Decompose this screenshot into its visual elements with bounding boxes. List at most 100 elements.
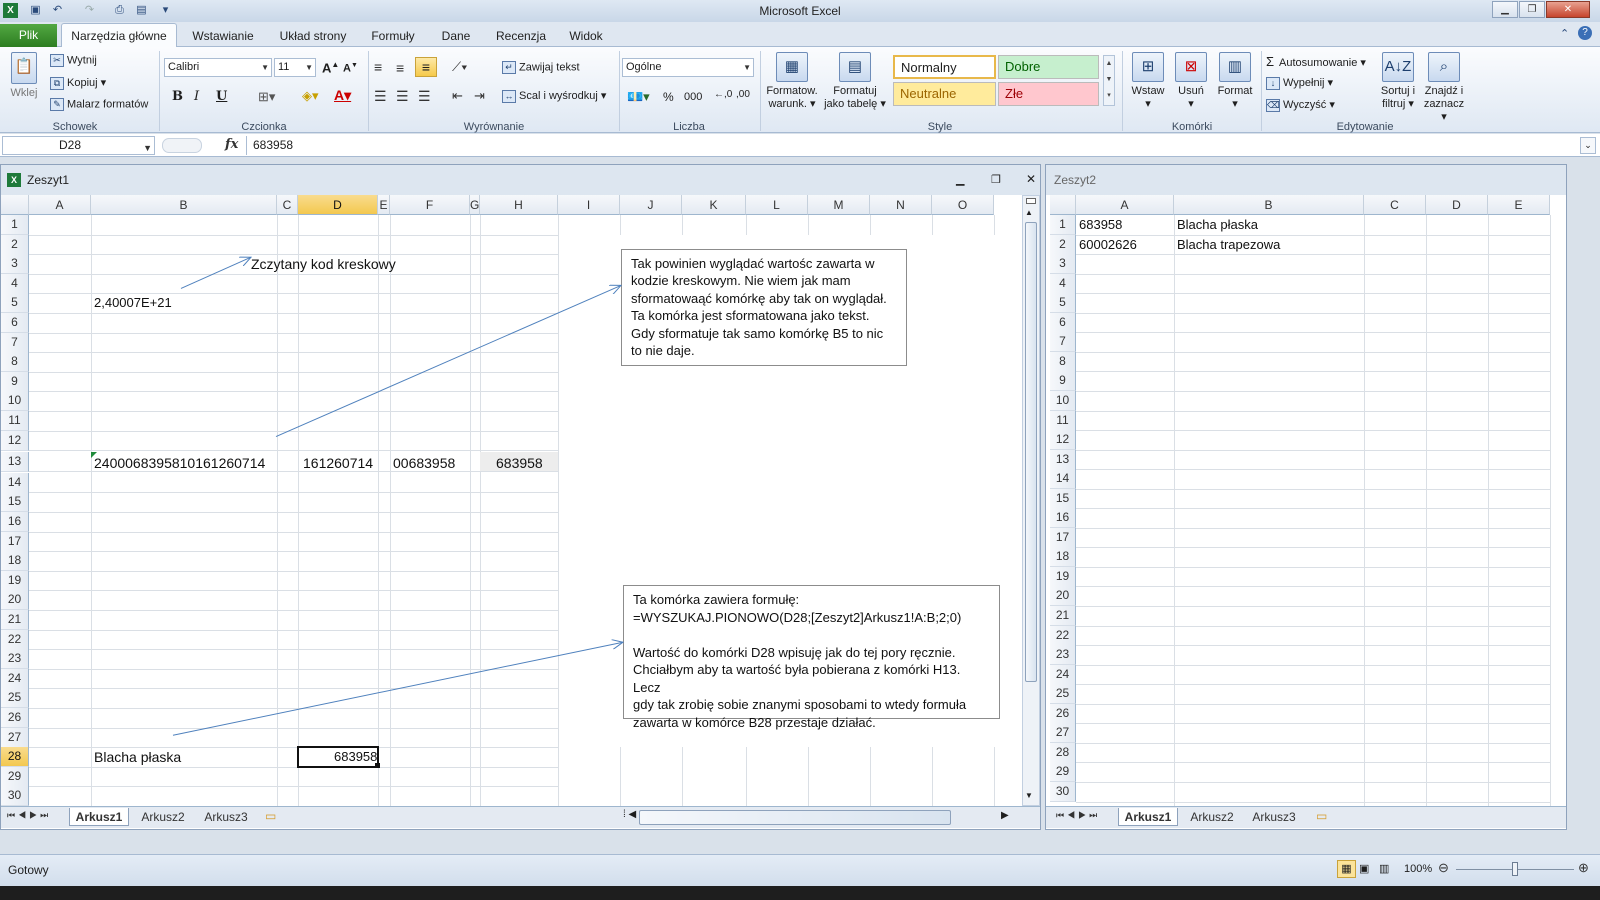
row-header[interactable]: 27 [1050,723,1076,744]
wb-restore-button[interactable]: ❐ [991,173,1001,186]
row-header[interactable]: 28 [1050,742,1076,763]
column-header[interactable]: F [390,195,470,215]
row-header[interactable]: 26 [1,708,29,729]
format-painter-button[interactable]: ✎ Malarz formatów [50,98,148,111]
row-header[interactable]: 2 [1,234,29,255]
row-header[interactable]: 1 [1050,215,1076,236]
minimize-button[interactable]: ▁ [1492,1,1518,18]
row-header[interactable]: 7 [1,332,29,353]
fill-button[interactable]: ↓ Wypełnij ▾ [1266,76,1333,90]
sheet-tab-arkusz3[interactable]: Arkusz3 [1246,808,1302,826]
percent-button[interactable]: % [663,90,674,104]
name-box[interactable]: D28 ▼ [2,136,155,155]
sheet-tab-arkusz2[interactable]: Arkusz2 [1184,808,1240,826]
row-header[interactable]: 12 [1050,430,1076,451]
row-header[interactable]: 3 [1050,254,1076,275]
row-header[interactable]: 25 [1,688,29,709]
row-header[interactable]: 30 [1,786,29,806]
minimize-ribbon-icon[interactable]: ⌃ [1560,27,1569,40]
style-neutral[interactable]: Neutralne [893,82,996,106]
style-normal[interactable]: Normalny [893,55,996,79]
zoom-level[interactable]: 100% [1404,863,1432,875]
find-select-button[interactable]: ⌕ Znajdź i zaznacz ▾ [1420,52,1468,124]
sheet-nav-icons[interactable]: ⏮◀▶⏭ [1056,810,1100,821]
copy-button[interactable]: ⧉ Kopiuj ▾ [50,76,106,90]
decrease-indent-button[interactable]: ⇤ [452,88,463,104]
column-header[interactable]: N [870,195,932,215]
insert-sheet-icon[interactable]: ▭ [265,809,276,823]
row-header[interactable]: 17 [1,531,29,552]
style-bad[interactable]: Złe [998,82,1099,106]
row-header[interactable]: 28 [1,747,29,768]
style-good[interactable]: Dobre [998,55,1099,79]
row-header[interactable]: 22 [1050,625,1076,646]
expand-formula-button[interactable]: ⌄ [1580,137,1596,154]
row-header[interactable]: 22 [1,629,29,650]
column-header[interactable]: M [808,195,870,215]
row-header[interactable]: 13 [1,451,29,472]
row-header[interactable]: 17 [1050,527,1076,548]
tab-formulas[interactable]: Formuły [360,25,426,47]
column-header[interactable]: I [558,195,620,215]
align-bottom-button[interactable]: ≡ [415,57,437,77]
row-header[interactable]: 24 [1,668,29,689]
column-header[interactable]: B [1174,195,1364,215]
row-header[interactable]: 1 [1,215,29,236]
header-corner[interactable] [1050,195,1076,215]
row-header[interactable]: 10 [1050,390,1076,411]
insert-sheet-icon[interactable]: ▭ [1316,809,1327,823]
row-header[interactable]: 5 [1050,293,1076,314]
row-header[interactable]: 27 [1,727,29,748]
column-header[interactable]: D [1426,195,1488,215]
sheet-tab-arkusz1[interactable]: Arkusz1 [69,808,129,826]
row-header[interactable]: 2 [1050,234,1076,255]
tab-review[interactable]: Recenzja [486,25,556,47]
row-header[interactable]: 18 [1050,547,1076,568]
header-corner[interactable] [1,195,29,215]
row-header[interactable]: 14 [1050,469,1076,490]
row-header[interactable]: 8 [1,352,29,373]
row-header[interactable]: 5 [1,293,29,314]
row-header[interactable]: 24 [1050,664,1076,685]
clear-button[interactable]: ⌫ Wyczyść ▾ [1266,98,1335,112]
insert-function-button[interactable]: fx [225,137,238,152]
row-header[interactable]: 14 [1,472,29,493]
zoom-in-button[interactable]: ⊕ [1578,860,1589,876]
grid-zeszyt1[interactable]: A B C D E F G H I J K L M N O 1 2 3 4 5 6 7 8 9 10 11 12 13 14 15 16 17… [1,195,1021,806]
page-layout-view-button[interactable]: ▣ [1359,862,1369,875]
row-header[interactable]: 23 [1050,645,1076,666]
column-header[interactable]: E [1488,195,1550,215]
row-header[interactable]: 3 [1,254,29,275]
row-header[interactable]: 19 [1050,566,1076,587]
row-header[interactable]: 15 [1050,488,1076,509]
zoom-out-button[interactable]: ⊖ [1438,860,1449,876]
align-right-button[interactable]: ☰ [418,88,431,105]
wb-minimize-button[interactable]: ▁ [956,173,964,186]
font-name-select[interactable]: Calibri ▼ [164,58,272,77]
column-header[interactable]: A [1076,195,1174,215]
horizontal-scroll-thumb[interactable] [639,810,951,825]
font-color-button[interactable]: A▾ [334,87,351,104]
format-as-table-button[interactable]: ▤ Formatuj jako tabelę ▾ [822,52,888,111]
tab-file[interactable]: Plik [0,24,57,47]
row-header[interactable]: 21 [1,610,29,631]
row-header[interactable]: 9 [1050,371,1076,392]
row-header[interactable]: 29 [1,766,29,787]
merge-center-button[interactable]: ↔ Scal i wyśrodkuj ▾ [502,89,606,103]
paste-button[interactable]: 📋 Wklej [4,52,44,100]
normal-view-button[interactable]: ▦ [1337,860,1356,878]
split-box[interactable] [1026,198,1036,204]
zoom-slider-thumb[interactable] [1512,862,1518,876]
row-header[interactable]: 12 [1,430,29,451]
row-header[interactable]: 19 [1,570,29,591]
shrink-font-button[interactable]: A▼ [343,62,358,75]
conditional-format-button[interactable]: ▦ Formatow. warunk. ▾ [763,52,821,111]
increase-decimal-button[interactable]: ←,0 [714,89,732,100]
row-header[interactable]: 30 [1050,781,1076,802]
vertical-scroll-thumb[interactable] [1025,222,1037,682]
currency-button[interactable]: 💶▾ [627,89,650,105]
column-header[interactable]: A [29,195,91,215]
row-header[interactable]: 18 [1,551,29,572]
decrease-decimal-button[interactable]: ,00 [736,89,750,100]
row-header[interactable]: 29 [1050,762,1076,783]
